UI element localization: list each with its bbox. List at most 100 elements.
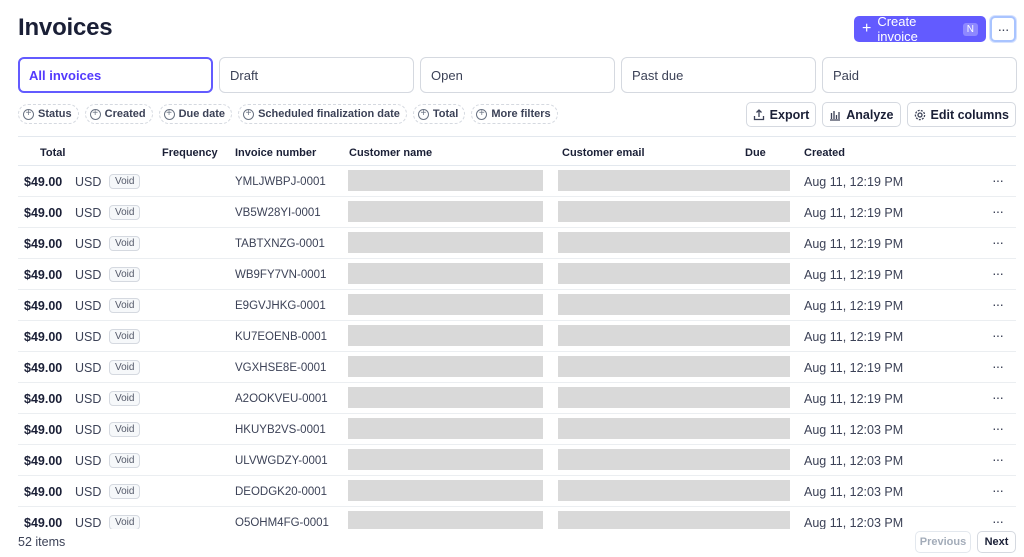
status-badge: Void	[109, 236, 141, 251]
filter-more[interactable]: + More filters	[471, 104, 558, 124]
tab-open[interactable]: Open	[420, 57, 615, 93]
table-row[interactable]: $49.00 USD Void DEODGK20-0001 Aug 11, 12:03 …	[18, 476, 1016, 507]
create-invoice-button[interactable]: + Create invoice N	[854, 14, 986, 44]
invoice-amount: $49.00	[24, 330, 63, 344]
export-button[interactable]: Export	[745, 102, 817, 127]
invoice-number: YMLJWBPJ-0001	[235, 176, 326, 188]
edit-columns-button[interactable]: Edit columns	[906, 102, 1016, 127]
invoice-amount: $49.00	[24, 361, 63, 375]
invoice-amount: $49.00	[24, 423, 63, 437]
customer-email-redacted	[558, 170, 790, 191]
page-title: Invoices	[18, 14, 113, 41]
table-row[interactable]: $49.00 USD Void YMLJWBPJ-0001 Aug 11, 12:19 …	[18, 166, 1016, 197]
status-tabs: All invoices Draft Open Past due Paid	[18, 57, 1017, 93]
invoice-currency: USD	[75, 175, 102, 189]
add-circle-icon: +	[163, 108, 175, 120]
customer-name-redacted	[348, 418, 543, 439]
row-actions-button[interactable]: ···	[992, 513, 1004, 529]
row-actions-button[interactable]: ···	[992, 327, 1004, 343]
invoice-currency: USD	[75, 361, 102, 375]
filter-label: More filters	[491, 108, 551, 120]
row-actions-button[interactable]: ···	[992, 420, 1004, 436]
next-page-button[interactable]: Next	[977, 531, 1016, 553]
invoice-created: Aug 11, 12:03 PM	[804, 485, 904, 499]
row-actions-button[interactable]: ···	[992, 172, 1004, 188]
table-row[interactable]: $49.00 USD Void VB5W28YI-0001 Aug 11, 12:19 …	[18, 197, 1016, 228]
row-actions-button[interactable]: ···	[992, 358, 1004, 374]
table-row[interactable]: $49.00 USD Void A2OOKVEU-0001 Aug 11, 12:19 …	[18, 383, 1016, 414]
analyze-button[interactable]: Analyze	[822, 102, 901, 127]
customer-name-redacted	[348, 387, 543, 408]
table-row[interactable]: $49.00 USD Void WB9FY7VN-0001 Aug 11, 12:19 …	[18, 259, 1016, 290]
row-actions-button[interactable]: ···	[992, 234, 1004, 250]
filter-label: Scheduled finalization date	[258, 108, 400, 120]
invoice-amount: $49.00	[24, 454, 63, 468]
invoices-table: Total Frequency Invoice number Customer …	[18, 136, 1016, 538]
table-row[interactable]: $49.00 USD Void E9GVJHKG-0001 Aug 11, 12:19 …	[18, 290, 1016, 321]
invoice-created: Aug 11, 12:03 PM	[804, 423, 904, 437]
invoice-amount: $49.00	[24, 237, 63, 251]
filter-due-date[interactable]: + Due date	[158, 104, 233, 124]
invoice-amount: $49.00	[24, 392, 63, 406]
table-row[interactable]: $49.00 USD Void VGXHSE8E-0001 Aug 11, 12:19 …	[18, 352, 1016, 383]
column-total[interactable]: Total	[40, 147, 65, 159]
customer-email-redacted	[558, 480, 790, 501]
invoice-amount: $49.00	[24, 175, 63, 189]
invoice-created: Aug 11, 12:03 PM	[804, 516, 904, 530]
row-actions-button[interactable]: ···	[992, 296, 1004, 312]
export-icon	[753, 108, 764, 120]
status-badge: Void	[109, 484, 141, 499]
column-due[interactable]: Due	[745, 147, 766, 159]
filter-status[interactable]: + Status	[18, 104, 79, 124]
invoice-currency: USD	[75, 299, 102, 313]
customer-email-redacted	[558, 263, 790, 284]
row-actions-button[interactable]: ···	[992, 482, 1004, 498]
invoice-number: HKUYB2VS-0001	[235, 424, 326, 436]
filter-scheduled-finalization-date[interactable]: + Scheduled finalization date	[238, 104, 407, 124]
filter-created[interactable]: + Created	[84, 104, 153, 124]
customer-name-redacted	[348, 325, 543, 346]
previous-page-button[interactable]: Previous	[915, 531, 971, 553]
tab-paid[interactable]: Paid	[822, 57, 1017, 93]
invoice-number: KU7EOENB-0001	[235, 331, 328, 343]
column-created[interactable]: Created	[804, 147, 845, 159]
add-circle-icon: +	[89, 108, 101, 120]
customer-email-redacted	[558, 449, 790, 470]
column-invoice-number[interactable]: Invoice number	[235, 147, 316, 159]
invoice-number: VGXHSE8E-0001	[235, 362, 327, 374]
column-frequency[interactable]: Frequency	[162, 147, 218, 159]
row-actions-button[interactable]: ···	[992, 389, 1004, 405]
invoice-number: A2OOKVEU-0001	[235, 393, 328, 405]
customer-name-redacted	[348, 480, 543, 501]
invoice-created: Aug 11, 12:19 PM	[804, 237, 904, 251]
row-actions-button[interactable]: ···	[992, 451, 1004, 467]
tab-draft[interactable]: Draft	[219, 57, 414, 93]
filter-total[interactable]: + Total	[412, 104, 466, 124]
invoice-number: WB9FY7VN-0001	[235, 269, 327, 281]
table-row[interactable]: $49.00 USD Void KU7EOENB-0001 Aug 11, 12:19 …	[18, 321, 1016, 352]
invoice-created: Aug 11, 12:03 PM	[804, 454, 904, 468]
invoice-created: Aug 11, 12:19 PM	[804, 361, 904, 375]
table-row[interactable]: $49.00 USD Void HKUYB2VS-0001 Aug 11, 12:03 …	[18, 414, 1016, 445]
invoice-created: Aug 11, 12:19 PM	[804, 330, 904, 344]
row-actions-button[interactable]: ···	[992, 265, 1004, 281]
status-badge: Void	[109, 422, 141, 437]
tab-past-due[interactable]: Past due	[621, 57, 816, 93]
column-customer-name[interactable]: Customer name	[349, 147, 432, 159]
invoice-currency: USD	[75, 454, 102, 468]
customer-name-redacted	[348, 263, 543, 284]
tab-all-invoices[interactable]: All invoices	[18, 57, 213, 93]
filter-bar: + Status + Created + Due date + Scheduled fi…	[18, 104, 558, 124]
table-row[interactable]: $49.00 USD Void TABTXNZG-0001 Aug 11, 12:19 …	[18, 228, 1016, 259]
invoice-currency: USD	[75, 268, 102, 282]
row-actions-button[interactable]: ···	[992, 203, 1004, 219]
more-options-button[interactable]: ···	[990, 16, 1016, 42]
filter-label: Status	[38, 108, 72, 120]
customer-email-redacted	[558, 201, 790, 222]
column-customer-email[interactable]: Customer email	[562, 147, 645, 159]
invoice-number: VB5W28YI-0001	[235, 207, 321, 219]
table-row[interactable]: $49.00 USD Void ULVWGDZY-0001 Aug 11, 12:03 …	[18, 445, 1016, 476]
add-circle-icon: +	[243, 108, 255, 120]
customer-email-redacted	[558, 325, 790, 346]
status-badge: Void	[109, 267, 141, 282]
